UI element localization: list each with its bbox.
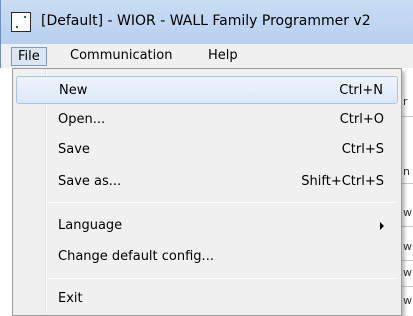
shortcut-label: Shift+Ctrl+S: [301, 174, 384, 189]
submenu-arrow-icon: [380, 222, 384, 230]
menu-item-open[interactable]: Open... Ctrl+O: [16, 106, 398, 134]
shortcut-label: Ctrl+N: [339, 83, 383, 98]
menu-item-label: New: [59, 83, 88, 98]
menu-separator: [48, 202, 396, 203]
menu-bar: File Communication Help: [0, 44, 413, 68]
menu-help[interactable]: Help: [202, 47, 244, 66]
menu-item-save-as[interactable]: Save as... Shift+Ctrl+S: [16, 168, 398, 196]
window-title: [Default] - WIOR - WALL Family Programme…: [41, 13, 371, 29]
background-text-fragment: r: [403, 95, 408, 108]
menu-communication[interactable]: Communication: [64, 47, 178, 66]
shortcut-label: Ctrl+O: [339, 112, 384, 127]
shortcut-label: Ctrl+S: [341, 142, 384, 157]
background-text-fragment: w: [403, 206, 412, 219]
title-bar: [Default] - WIOR - WALL Family Programme…: [0, 0, 413, 44]
menu-item-label: Save as...: [58, 174, 122, 189]
menu-item-label: Change default config...: [58, 249, 214, 264]
menu-item-language[interactable]: Language: [16, 212, 398, 240]
menu-file[interactable]: File: [11, 47, 47, 66]
background-text-fragment: w: [403, 240, 412, 253]
menu-item-label: Save: [58, 142, 90, 157]
file-dropdown-menu: New Ctrl+N Open... Ctrl+O Save Ctrl+S Sa…: [12, 68, 402, 316]
background-text-fragment: n: [403, 165, 410, 178]
background-text-fragment: w: [403, 294, 412, 307]
menu-item-exit[interactable]: Exit: [16, 285, 398, 313]
menu-item-new[interactable]: New Ctrl+N: [16, 76, 398, 104]
background-text-fragment: w: [403, 266, 412, 279]
menu-item-save[interactable]: Save Ctrl+S: [16, 136, 398, 164]
menu-item-label: Open...: [58, 112, 106, 127]
menu-item-change-default-config[interactable]: Change default config...: [16, 243, 398, 271]
menu-item-label: Language: [58, 218, 123, 233]
app-icon: [11, 12, 31, 32]
app-window: [Default] - WIOR - WALL Family Programme…: [0, 0, 413, 316]
menu-item-label: Exit: [58, 291, 83, 306]
menu-separator: [48, 278, 396, 279]
